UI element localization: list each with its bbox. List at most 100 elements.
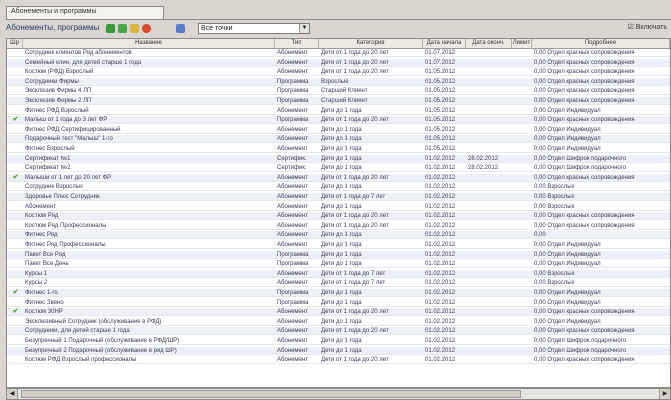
cell-desc: 0,00 Отдел красных сопровождения bbox=[534, 213, 635, 220]
chevron-down-icon[interactable]: ▼ bbox=[299, 24, 309, 33]
table-row[interactable]: Фитнес Звено Программа Дети до 1 года 01.02… bbox=[7, 299, 670, 307]
cell-limit bbox=[514, 251, 531, 259]
table-row[interactable]: Безупречный 2 Подарочный (обслуживание в… bbox=[7, 346, 670, 355]
table-row[interactable]: Эксклюзивный Сотрудник (обслуживание в Р… bbox=[7, 318, 670, 326]
table-row[interactable]: Костюм Ряд Абонемент Дети от 1 года до 20 … bbox=[7, 212, 670, 221]
cell-type: Абонемент bbox=[277, 69, 308, 76]
print-icon[interactable] bbox=[176, 24, 185, 33]
cell-start: 01.02.2012 bbox=[425, 184, 456, 191]
cell-name: Пакет Все День bbox=[25, 261, 69, 268]
cell-type: Абонемент bbox=[277, 107, 308, 114]
cell-start: 01.02.2012 bbox=[425, 280, 456, 287]
cell-name: Безупречный 2 Подарочный (обслуживание в… bbox=[25, 347, 177, 354]
table-row[interactable]: Семейный клин, для детей старше 1 года Аб… bbox=[7, 58, 670, 67]
empty-check-cell bbox=[9, 222, 22, 230]
table-row[interactable]: Сотрудник клиентов Ряд абонементов Абонем… bbox=[7, 49, 670, 57]
empty-check-cell bbox=[9, 231, 22, 239]
header-col-type[interactable]: Тип bbox=[275, 39, 319, 48]
table-row[interactable]: Здоровье Плюс Сотрудник Абонемент Дети от … bbox=[7, 193, 670, 201]
cell-desc: 0,00 Отдел красных сопровождения bbox=[534, 174, 635, 181]
cell-type: Программа bbox=[277, 78, 309, 85]
cell-cat: Дети до 1 года bbox=[321, 261, 362, 268]
cell-end bbox=[468, 135, 511, 143]
horizontal-scrollbar[interactable]: ◀ ▶ bbox=[6, 388, 671, 400]
table-row[interactable]: Пакет Все Ряд Программа Дети до 1 года 01.0… bbox=[7, 250, 670, 259]
table-row[interactable]: Абонемент Абонемент Дети до 1 года 01.02.20… bbox=[7, 203, 670, 211]
cell-limit bbox=[514, 107, 531, 115]
include-checkbox[interactable]: ☑ Включать bbox=[628, 23, 667, 31]
table-row[interactable]: Сотрудники, для детей старше 1 года Абоне… bbox=[7, 327, 670, 336]
header-col-end-date[interactable]: Дата оконч. bbox=[466, 39, 512, 48]
table-row[interactable]: ✔ Малыш от 1 года до 3 лет ФР Программа Дет… bbox=[7, 116, 670, 125]
table-row[interactable]: Фитнес РФД Сертифицированный Абонемент Дет… bbox=[7, 126, 670, 134]
empty-check-cell bbox=[9, 356, 22, 364]
table-row[interactable]: ✔ Фитнес 1-го Программа Дети до 1 года 01.02… bbox=[7, 289, 670, 297]
table-row[interactable]: Пакет Все День Программа Дети до 1 года 01.… bbox=[7, 260, 670, 269]
table-row[interactable]: Костюм Ряд Профессионалы Абонемент Дети от… bbox=[7, 222, 670, 230]
cell-name: Подарочный тест "Малыш" 1-го bbox=[25, 136, 113, 143]
empty-check-cell bbox=[9, 318, 22, 326]
header-col-check[interactable]: Шр bbox=[7, 39, 23, 48]
cell-name: Сертификат №2 bbox=[25, 165, 71, 172]
copy-icon[interactable] bbox=[118, 24, 127, 33]
header-col-limit[interactable]: Лимит bbox=[512, 39, 532, 48]
table-row[interactable]: Костюм РФД Взрослый профессионалы Абонеме… bbox=[7, 356, 670, 365]
cell-type: Программа bbox=[277, 117, 309, 124]
edit-icon[interactable] bbox=[130, 24, 139, 33]
table-row[interactable]: Курсы 1 Абонемент Дети от 1 года до 7 лет 0… bbox=[7, 269, 670, 278]
header-col-description[interactable]: Подробнее bbox=[532, 39, 670, 48]
cell-start: 01.05.2012 bbox=[425, 69, 456, 76]
table-row[interactable]: Фитнес Ряд Профессионалы Абонемент Дети до… bbox=[7, 241, 670, 249]
cell-cat: Дети от 1 года до 20 лет bbox=[321, 309, 389, 316]
table-row[interactable]: Сертификат №1 Сертифик. Дети до 1 года 01.0… bbox=[7, 154, 670, 163]
cell-type: Программа bbox=[277, 290, 309, 296]
empty-check-cell bbox=[9, 97, 22, 105]
table-row[interactable]: Курсы 2 Абонемент Дети от 1 года до 7 лет 0… bbox=[7, 279, 670, 288]
table-row[interactable]: Эксклюзив Фирмы 2 ЛП Программа Старший Кли… bbox=[7, 97, 670, 105]
cell-start: 01.05.2012 bbox=[425, 146, 456, 152]
header-col-name[interactable]: Название bbox=[23, 39, 275, 48]
header-col-start-date[interactable]: Дата начала bbox=[423, 39, 466, 48]
scroll-thumb[interactable] bbox=[21, 390, 521, 398]
cell-desc: 0,00 Отдел красных сопровождения bbox=[534, 50, 635, 56]
filter-select[interactable]: Все точки ▼ bbox=[198, 23, 310, 34]
table-row[interactable]: Фитнес РФД Взрослый Абонемент Дети до 1 го… bbox=[7, 107, 670, 115]
cell-start: 01.02.2012 bbox=[425, 338, 456, 344]
scroll-right-icon[interactable]: ▶ bbox=[659, 389, 670, 399]
table-row[interactable]: Сертификат №2 Сертифик. Дети до 1 года 01.0… bbox=[7, 164, 670, 173]
table-row[interactable]: Сотрудник Взрослых Абонемент Дети до 1 год… bbox=[7, 183, 670, 192]
cell-cat: Дети от 1 года до 20 лет bbox=[321, 50, 389, 56]
cell-cat: Дети до 1 года bbox=[321, 184, 362, 191]
table-row[interactable]: Эксклюзив Фирмы 4 ЛП Программа Старший Кли… bbox=[7, 87, 670, 96]
cell-desc: 0,00 Отдел красных сопровождения bbox=[534, 117, 635, 124]
cell-cat: Дети от 1 года до 20 лет bbox=[321, 328, 389, 335]
table-row[interactable]: ✔ Малыши от 1 лет до 20 лет ФР Абонемент Де… bbox=[7, 173, 670, 182]
delete-icon[interactable] bbox=[142, 24, 151, 33]
scroll-left-icon[interactable]: ◀ bbox=[7, 389, 18, 399]
table-row[interactable]: Подарочный тест "Малыш" 1-го Абонемент Дет… bbox=[7, 135, 670, 144]
cell-limit bbox=[514, 135, 531, 143]
cell-cat: Дети от 1 года до 20 лет bbox=[321, 213, 389, 220]
cell-cat: Дети до 1 года bbox=[321, 107, 362, 114]
empty-check-cell bbox=[9, 203, 22, 211]
empty-check-cell bbox=[9, 347, 22, 355]
table-row[interactable]: Сотрудники Фирмы Программа Взрослые 01.05.2… bbox=[7, 77, 670, 86]
cell-limit bbox=[514, 270, 531, 278]
cell-name: Безупречный 1 Подарочный (обслуживание в… bbox=[25, 338, 180, 344]
cell-type: Абонемент bbox=[277, 242, 308, 248]
tab-subscriptions[interactable]: Абонементы и программы bbox=[6, 6, 164, 19]
empty-check-cell bbox=[9, 299, 22, 307]
cell-cat: Дети до 1 года bbox=[321, 232, 362, 239]
table-row[interactable]: Фитнес Ряд Абонемент Дети до 1 года 01.02.2… bbox=[7, 231, 670, 240]
cell-type: Абонемент bbox=[277, 194, 308, 200]
cell-end bbox=[468, 193, 511, 201]
table-row[interactable]: Фитнес Взрослый Абонемент Дети до 1 года 01… bbox=[7, 145, 670, 153]
cell-desc: 0,00 Отдел Индивидуал bbox=[534, 107, 601, 114]
table-row[interactable]: Безупречный 1 Подарочный (обслуживание в… bbox=[7, 337, 670, 345]
add-icon[interactable] bbox=[106, 24, 115, 33]
header-col-category[interactable]: Категория bbox=[319, 39, 423, 48]
cell-start: 01.02.2012 bbox=[425, 213, 456, 220]
table-row[interactable]: Костюм (РФД) Взрослый Абонемент Дети от 1 … bbox=[7, 68, 670, 77]
table-row[interactable]: ✔ Костюм 30НР Абонемент Дети от 1 года до 2… bbox=[7, 308, 670, 317]
cell-cat: Дети до 1 года bbox=[321, 165, 362, 172]
